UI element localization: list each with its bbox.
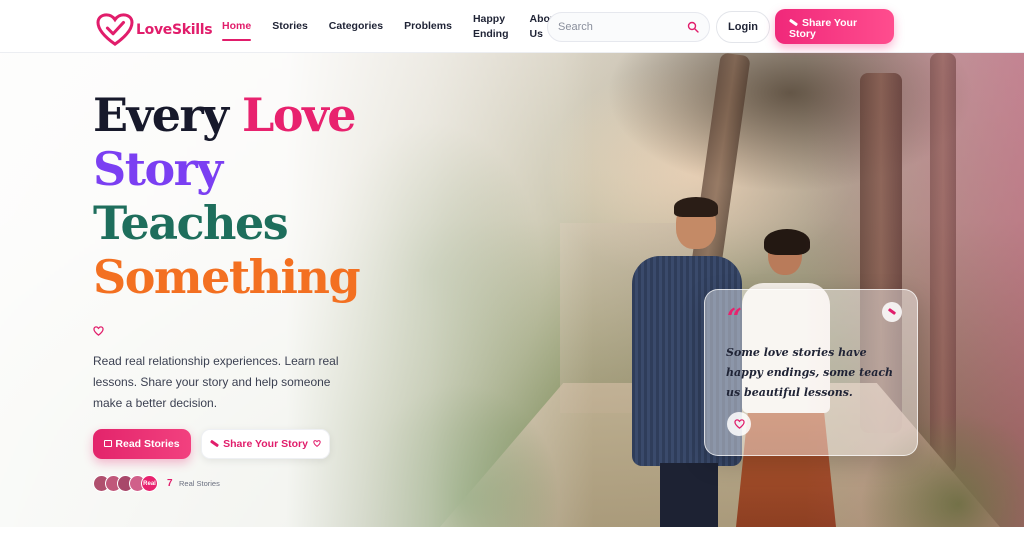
quote-text: Some love stories have happy endings, so… <box>726 346 894 399</box>
read-stories-button[interactable]: Read Stories <box>93 429 191 459</box>
headline-word-something: Something <box>93 250 361 304</box>
nav-happy-ending[interactable]: Happy Ending <box>473 12 520 40</box>
headline-word-story: Story <box>93 142 223 196</box>
pencil-icon <box>887 307 897 316</box>
nav-problems[interactable]: Problems <box>404 19 463 33</box>
nav-categories[interactable]: Categories <box>329 19 394 33</box>
like-quote-button[interactable] <box>727 412 751 436</box>
stories-count: 7 <box>167 478 173 489</box>
avatar-stack: Real <box>93 475 158 492</box>
avatar-real-badge: Real <box>141 475 158 492</box>
pencil-icon <box>788 18 799 27</box>
heart-logo-icon <box>96 13 134 47</box>
quote-icon: “ <box>727 304 742 334</box>
nav-stories[interactable]: Stories <box>272 19 319 33</box>
nav-about-line2: Us <box>529 27 543 40</box>
quote-card: “ Some love stories have happy endings, … <box>704 289 918 456</box>
brand-name: LoveSkills <box>136 22 213 38</box>
search-icon[interactable] <box>687 21 699 33</box>
share-story-hero-label: Share Your Story <box>223 438 308 450</box>
nav-happy-ending-line2: Ending <box>472 27 509 40</box>
hero-headline: Every Love Story Teaches Something <box>93 88 361 304</box>
top-navbar: LoveSkills Home Stories Categories Probl… <box>0 0 1024 53</box>
heart-icon <box>93 326 104 336</box>
book-icon <box>104 440 113 447</box>
nav-happy-ending-line1: Happy <box>472 13 506 26</box>
read-stories-label: Read Stories <box>115 438 180 450</box>
nav-home[interactable]: Home <box>222 19 262 41</box>
heart-icon <box>733 419 745 429</box>
share-story-nav-button[interactable]: Share Your Story <box>775 9 894 44</box>
search-box <box>547 12 710 42</box>
headline-word-love: Love <box>242 88 357 142</box>
main-nav: Home Stories Categories Problems Happy E… <box>222 0 581 53</box>
heart-icon <box>313 440 321 448</box>
page-bottom <box>0 527 1024 548</box>
edit-quote-button[interactable] <box>882 302 902 322</box>
hero-subtitle: Read real relationship experiences. Lear… <box>93 354 339 410</box>
pencil-icon <box>210 439 220 448</box>
share-story-hero-button[interactable]: Share Your Story <box>201 429 330 459</box>
headline-word-teaches: Teaches <box>93 196 289 250</box>
search-input[interactable] <box>558 21 678 33</box>
login-button[interactable]: Login <box>716 11 770 43</box>
stories-count-label: Real Stories <box>179 479 220 488</box>
share-nav-line2: Story <box>789 28 816 40</box>
headline-word-every: Every <box>93 88 229 142</box>
logo[interactable]: LoveSkills <box>96 13 213 47</box>
